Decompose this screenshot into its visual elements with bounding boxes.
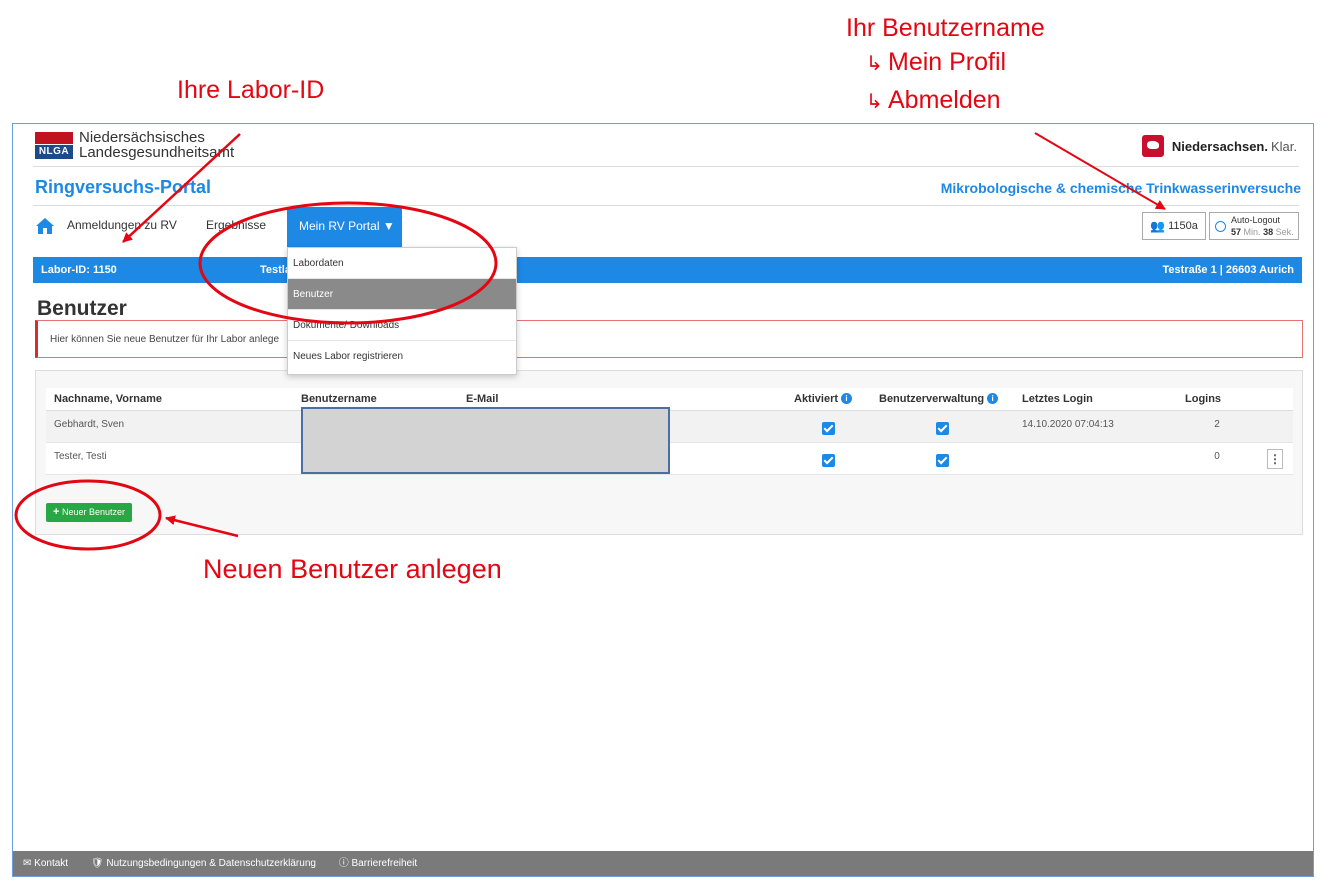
col-logins[interactable]: Logins [1177,388,1257,411]
lab-infobar: Labor-ID: 1150 Testlab Testraße 1 | 2660… [33,257,1302,283]
cell-name: Gebhardt, Sven [46,410,293,443]
lab-address: Testraße 1 | 26603 Aurich [1162,264,1294,276]
auto-logout-label: Auto-Logout [1231,215,1281,225]
col-admin[interactable]: Benutzerverwaltung i [871,388,1014,411]
divider [33,205,1299,206]
app-screen: NLGA Niedersächsisches Landesgesundheits… [12,123,1314,877]
cell-activated[interactable] [786,442,871,475]
footer-accessibility[interactable]: ⓘ Barrierefreiheit [339,858,427,869]
nav-ergebnisse[interactable]: Ergebnisse [206,218,266,232]
annotation-logout: ↳ Abmelden [866,85,1001,117]
annotation-profile-text: Mein Profil [888,48,1007,76]
nav-anmeldungen[interactable]: Anmeldungen zu RV [67,218,177,232]
cell-logins: 0 [1177,442,1257,475]
cell-logins: 2 [1177,410,1257,443]
footer-terms[interactable]: 🛡 Nutzungsbedingungen & Datenschutzerklä… [91,858,326,869]
more-options-icon[interactable]: ⋮ [1267,448,1283,469]
cell-actions[interactable]: ⋮ [1257,442,1293,475]
admin-checkbox[interactable] [936,453,949,467]
main-nav: Anmeldungen zu RV Ergebnisse Mein RV Por… [13,207,1313,257]
cell-last-login [1014,442,1177,475]
auto-logout-timer: 57 Min. 38 Sek. [1231,227,1294,237]
col-actions [1257,388,1293,411]
col-last-login[interactable]: Letztes Login [1014,388,1177,411]
annotation-username: Ihr Benutzername [846,14,1045,42]
col-activated[interactable]: Aktiviert i [786,388,871,411]
redacted-area [301,407,670,474]
portal-subtitle: Mikrobologische & chemische Trinkwasseri… [940,180,1301,196]
arrow-glyph: ↳ [866,91,883,113]
cell-actions [1257,410,1293,443]
cell-name: Tester, Testi [46,442,293,475]
niedersachsen-logo: Niedersachsen. Klar. [1141,134,1297,158]
annotation-profile: ↳ Mein Profil [866,47,1006,79]
footer-contact[interactable]: ✉ Kontakt [23,858,78,869]
portal-title[interactable]: Ringversuchs-Portal [35,177,211,198]
clock-icon [1215,221,1226,232]
page-title: Benutzer [37,297,127,320]
info-icon[interactable]: i [841,392,853,404]
user-icon: 👥 [1150,219,1166,233]
lab-id: Labor-ID: 1150 [41,264,117,276]
annotation-lab-id: Ihre Labor-ID [177,76,325,104]
horse-crest-icon [1141,135,1164,157]
admin-checkbox[interactable] [936,421,949,435]
cell-activated[interactable] [786,410,871,443]
username-label: 1150a [1168,220,1198,232]
footer: ✉ Kontakt 🛡 Nutzungsbedingungen & Datens… [13,851,1313,876]
divider [33,166,1299,167]
top-header: NLGA Niedersächsisches Landesgesundheits… [13,124,1313,164]
org-name: Niedersächsisches Landesgesundheitsamt [79,129,235,161]
activated-checkbox[interactable] [822,453,835,467]
home-icon[interactable] [35,217,55,235]
activated-checkbox[interactable] [822,421,835,435]
menu-item-neues-labor[interactable]: Neues Labor registrieren [288,341,516,372]
nlga-logo: NLGA [35,132,73,159]
add-user-button[interactable]: + Neuer Benutzer [46,503,132,522]
info-alert: Hier können Sie neue Benutzer für Ihr La… [35,320,1303,358]
info-icon[interactable]: i [987,392,999,404]
menu-item-benutzer[interactable]: Benutzer [288,279,516,310]
menu-item-dokumente[interactable]: Dokumente/ Downloads [288,310,516,341]
annotation-new-user: Neuen Benutzer anlegen [203,554,502,584]
cell-last-login: 14.10.2020 07:04:13 [1014,410,1177,443]
menu-item-labordaten[interactable]: Labordaten [288,248,516,279]
annotation-logout-text: Abmelden [888,86,1001,114]
cell-admin[interactable] [871,442,1014,475]
auto-logout-button[interactable]: Auto-Logout 57 Min. 38 Sek. [1209,212,1299,240]
arrow-glyph: ↳ [866,53,883,75]
portal-dropdown-menu: Labordaten Benutzer Dokumente/ Downloads… [287,247,517,375]
cell-admin[interactable] [871,410,1014,443]
user-menu-button[interactable]: 👥 1150a [1142,212,1206,240]
col-name[interactable]: Nachname, Vorname [46,388,293,411]
